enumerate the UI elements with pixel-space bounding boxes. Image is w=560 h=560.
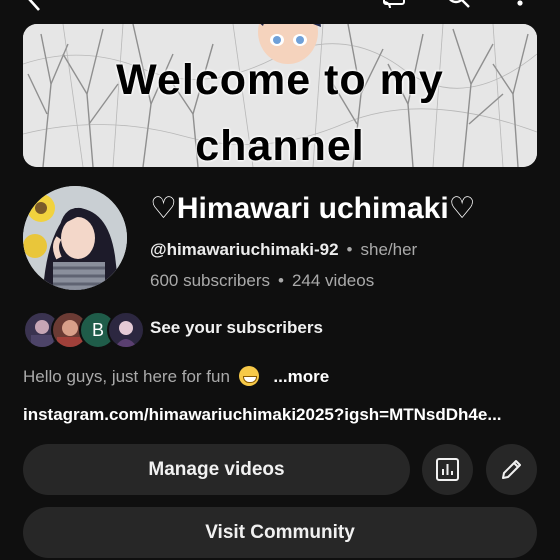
cast-icon[interactable] — [380, 0, 408, 14]
search-icon[interactable] — [444, 0, 472, 14]
channel-name: ♡Himawari uchimaki♡ — [150, 192, 476, 225]
channel-avatar[interactable] — [23, 186, 127, 290]
separator-dot: • — [278, 271, 284, 290]
top-bar — [0, 0, 560, 14]
description-text: Hello guys, just here for fun — [23, 367, 230, 386]
banner-title-line2: channel — [195, 122, 365, 167]
banner-title-line1: Welcome to my — [116, 56, 444, 104]
visit-community-button[interactable]: Visit Community — [23, 507, 537, 558]
analytics-icon — [436, 458, 459, 481]
see-subscribers-label[interactable]: See your subscribers — [150, 318, 323, 338]
manage-videos-button[interactable]: Manage videos — [23, 444, 410, 495]
pronouns: she/her — [360, 240, 418, 259]
edit-channel-button[interactable] — [486, 444, 537, 495]
more-vertical-icon[interactable] — [506, 0, 534, 14]
separator-dot: • — [346, 240, 353, 259]
channel-link[interactable]: instagram.com/himawariuchimaki2025?igsh=… — [23, 405, 502, 425]
pencil-icon — [502, 460, 521, 479]
subscriber-count: 600 subscribers — [150, 271, 271, 290]
video-count: 244 videos — [291, 271, 375, 290]
see-subscribers-row[interactable]: B See your subscribers — [23, 311, 543, 349]
channel-description[interactable]: Hello guys, just here for fun ...more — [23, 366, 329, 387]
subscriber-avatar — [107, 311, 145, 349]
channel-handle: @himawariuchimaki-92 — [150, 240, 339, 259]
grinning-emoji-icon — [238, 366, 259, 386]
more-link[interactable]: ...more — [273, 367, 329, 386]
channel-banner: Welcome to my channel — [23, 24, 537, 167]
analytics-button[interactable] — [422, 444, 473, 495]
handle-row: @himawariuchimaki-92 • she/her — [150, 240, 417, 260]
stats-row: 600 subscribers • 244 videos — [150, 271, 374, 291]
chevron-left-icon[interactable] — [22, 0, 50, 14]
